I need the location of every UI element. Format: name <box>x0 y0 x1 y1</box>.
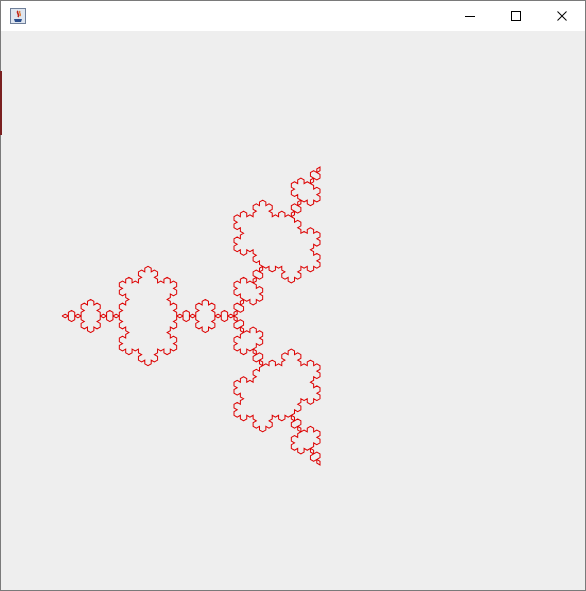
minimize-button[interactable] <box>447 1 493 31</box>
maximize-button[interactable] <box>493 1 539 31</box>
java-coffee-cup-icon[interactable] <box>10 8 26 24</box>
koch-snowflake-drawing <box>61 166 321 466</box>
close-button[interactable] <box>539 1 585 31</box>
drawing-canvas <box>0 31 585 590</box>
minimize-icon <box>465 16 475 17</box>
close-icon <box>557 11 567 21</box>
title-bar[interactable] <box>1 1 585 31</box>
app-window <box>0 0 586 591</box>
maximize-icon <box>511 11 521 21</box>
koch-snowflake-curve <box>61 166 321 466</box>
